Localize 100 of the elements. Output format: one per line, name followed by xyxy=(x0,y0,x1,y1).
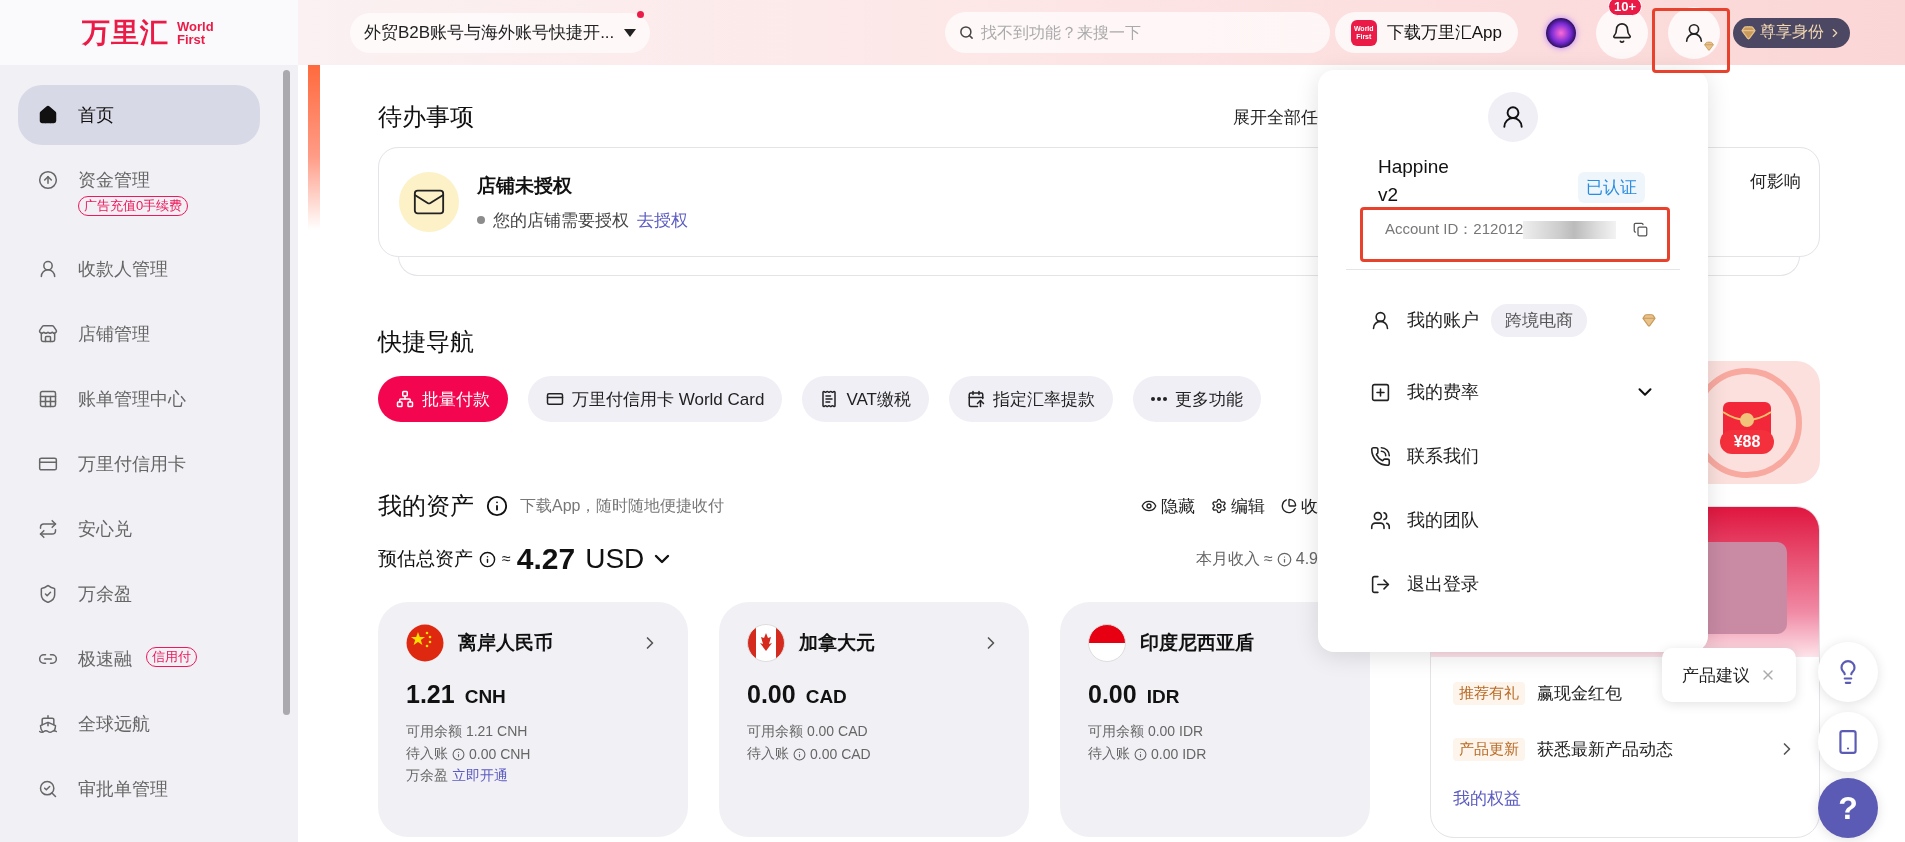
caret-icon xyxy=(624,28,637,37)
help-button[interactable]: ? xyxy=(1818,778,1878,838)
currency-name: 离岸人民币 xyxy=(458,631,553,655)
sidebar-item[interactable]: 极速融 信用付 xyxy=(18,629,260,689)
sidebar-item[interactable]: 安心兑 xyxy=(18,499,260,559)
notifications-button[interactable]: 10+ xyxy=(1596,0,1648,59)
available-balance: 可用余额 1.21 CNH xyxy=(406,723,529,741)
flag-icon xyxy=(1088,624,1126,662)
account-id: Account ID：212012 xyxy=(1385,220,1524,239)
savings-label: 万余盈 xyxy=(406,767,448,785)
person-icon xyxy=(1370,309,1391,331)
expand-all-link[interactable]: 展开全部任 xyxy=(1233,105,1318,129)
account-menu-item[interactable]: 我的费率 xyxy=(1318,360,1708,424)
search-check-icon xyxy=(38,779,58,799)
info-icon[interactable] xyxy=(479,550,496,568)
available-balance: 可用余额 0.00 IDR xyxy=(1088,723,1205,741)
menu-item-label: 联系我们 xyxy=(1407,445,1479,468)
available-balance: 可用余额 0.00 CAD xyxy=(747,723,869,741)
pending-label: 待入账 xyxy=(406,745,448,763)
sidebar-item-label: 收款人管理 xyxy=(78,258,168,281)
quick-nav-button[interactable]: VAT缴税 xyxy=(802,376,929,422)
suggestion-button[interactable] xyxy=(1818,642,1878,702)
account-switcher-label: 外贸B2B账号与海外账号快捷开... xyxy=(364,22,615,44)
user-icon xyxy=(1683,21,1705,44)
sidebar-item[interactable]: 全球远航 xyxy=(18,694,260,754)
person-icon xyxy=(38,259,58,279)
account-menu-item[interactable]: 我的账户 跨境电商 xyxy=(1318,288,1708,352)
monthly-income-value: 4.9 xyxy=(1295,550,1318,568)
menu-item-label: 我的团队 xyxy=(1407,509,1479,532)
assistant-orb-icon[interactable] xyxy=(1546,17,1576,48)
pending-amount: 0.00 IDR xyxy=(1151,746,1207,762)
activate-link[interactable]: 立即开通 xyxy=(452,767,508,785)
sidebar-item[interactable]: 万里付信用卡 xyxy=(18,434,260,494)
asset-action-button[interactable]: 收 xyxy=(1281,494,1318,518)
copy-icon[interactable] xyxy=(1633,222,1649,237)
user-name: v2 xyxy=(1378,184,1400,206)
info-icon[interactable] xyxy=(486,495,508,517)
currency-card[interactable]: 印度尼西亚盾 0.00 IDR 可用余额 0.00 IDR 待入账 0.00 IDR xyxy=(1060,602,1370,837)
sidebar-item[interactable]: 审批单管理 xyxy=(18,759,260,819)
benefits-link[interactable]: 我的权益 xyxy=(1453,787,1797,810)
arrow-up-circle-icon xyxy=(38,170,58,190)
quick-nav-button[interactable]: 更多功能 xyxy=(1132,376,1261,422)
quick-nav-button[interactable]: 指定汇率提款 xyxy=(948,376,1113,422)
sidebar-item-label: 首页 xyxy=(78,104,114,127)
total-assets-label: 预估总资产 xyxy=(378,547,473,571)
monthly-income-label: 本月收入 ≈ xyxy=(1195,548,1273,569)
currency-card[interactable]: 加拿大元 0.00 CAD 可用余额 0.00 CAD 待入账 0.00 CAD xyxy=(719,602,1029,837)
sidebar-item[interactable]: 万余盈 xyxy=(18,564,260,624)
sidebar-item-label: 全球远航 xyxy=(78,713,150,736)
sidebar-item-label: 安心兑 xyxy=(78,518,132,541)
sidebar-item[interactable]: 店铺管理 xyxy=(18,304,260,364)
exchange-icon xyxy=(38,519,58,539)
sidebar-item[interactable]: 首页 xyxy=(18,85,260,145)
search-field[interactable]: 找不到功能？来搜一下 xyxy=(944,12,1330,53)
sidebar-item[interactable]: 资金管理 广告充值0手续费 xyxy=(18,150,260,234)
notification-count: 10+ xyxy=(1608,0,1643,16)
bell-icon xyxy=(1611,21,1633,44)
quick-nav-button[interactable]: 批量付款 xyxy=(378,376,508,422)
currency-code: CAD xyxy=(805,686,847,708)
scrollbar[interactable] xyxy=(283,70,290,715)
mobile-app-button[interactable] xyxy=(1818,712,1878,772)
sidebar-item[interactable]: 收款人管理 xyxy=(18,239,260,299)
account-switcher[interactable]: 外贸B2B账号与海外账号快捷开... xyxy=(350,12,651,53)
sidebar-item[interactable]: 账单管理中心 xyxy=(18,369,260,429)
flag-icon xyxy=(406,624,444,662)
eye-icon xyxy=(1141,498,1157,514)
benefit-text[interactable]: 赢现金红包 xyxy=(1537,681,1622,705)
balance-amount: 0.00 xyxy=(1088,680,1137,709)
flag-icon xyxy=(747,624,785,662)
balance-amount: 0.00 xyxy=(747,680,796,709)
section-title: 待办事项 xyxy=(378,102,474,132)
pending-label: 待入账 xyxy=(1088,745,1130,763)
authorize-link[interactable]: 去授权 xyxy=(637,208,688,232)
todo-status: 您的店铺需要授权 xyxy=(493,209,629,232)
currency-card[interactable]: 离岸人民币 1.21 CNH 可用余额 1.21 CNH 待入账 0.00 CNH 万余盈 立即开通 xyxy=(378,602,688,837)
benefit-tag: 推荐有礼 xyxy=(1453,681,1525,705)
sidebar-item-label: 万余盈 xyxy=(78,583,132,606)
asset-action-button[interactable]: 隐藏 xyxy=(1141,494,1195,518)
calendar-icon xyxy=(966,390,985,408)
logo-subtext: World First xyxy=(177,19,215,46)
benefit-text[interactable]: 获悉最新产品动态 xyxy=(1537,737,1673,761)
approx-sign: ≈ xyxy=(502,550,511,568)
reward-amount: ¥88 xyxy=(1719,429,1775,454)
menu-item-label: 我的费率 xyxy=(1407,381,1479,404)
sidebar-item-label: 店铺管理 xyxy=(78,323,150,346)
vip-status-button[interactable]: 尊享身份 xyxy=(1733,17,1850,48)
shield-icon xyxy=(38,584,58,604)
sidebar-item-label: 极速融 xyxy=(78,648,132,671)
asset-action-button[interactable]: 编辑 xyxy=(1211,494,1265,518)
quick-nav-button[interactable]: 万里付信用卡 World Card xyxy=(528,376,783,422)
receipt-icon xyxy=(820,390,839,408)
pie-chart-icon xyxy=(1281,498,1297,514)
settings-icon xyxy=(1211,498,1227,514)
more-icon xyxy=(1150,397,1167,401)
menu-item-label: 我的账户 xyxy=(1407,309,1479,332)
account-menu-item[interactable]: 我的团队 xyxy=(1318,488,1708,552)
tooltip-text: 产品建议 xyxy=(1682,664,1750,687)
user-name: Happine xyxy=(1378,156,1450,178)
account-menu-item[interactable]: 联系我们 xyxy=(1318,424,1708,488)
envelope-icon xyxy=(399,172,459,232)
